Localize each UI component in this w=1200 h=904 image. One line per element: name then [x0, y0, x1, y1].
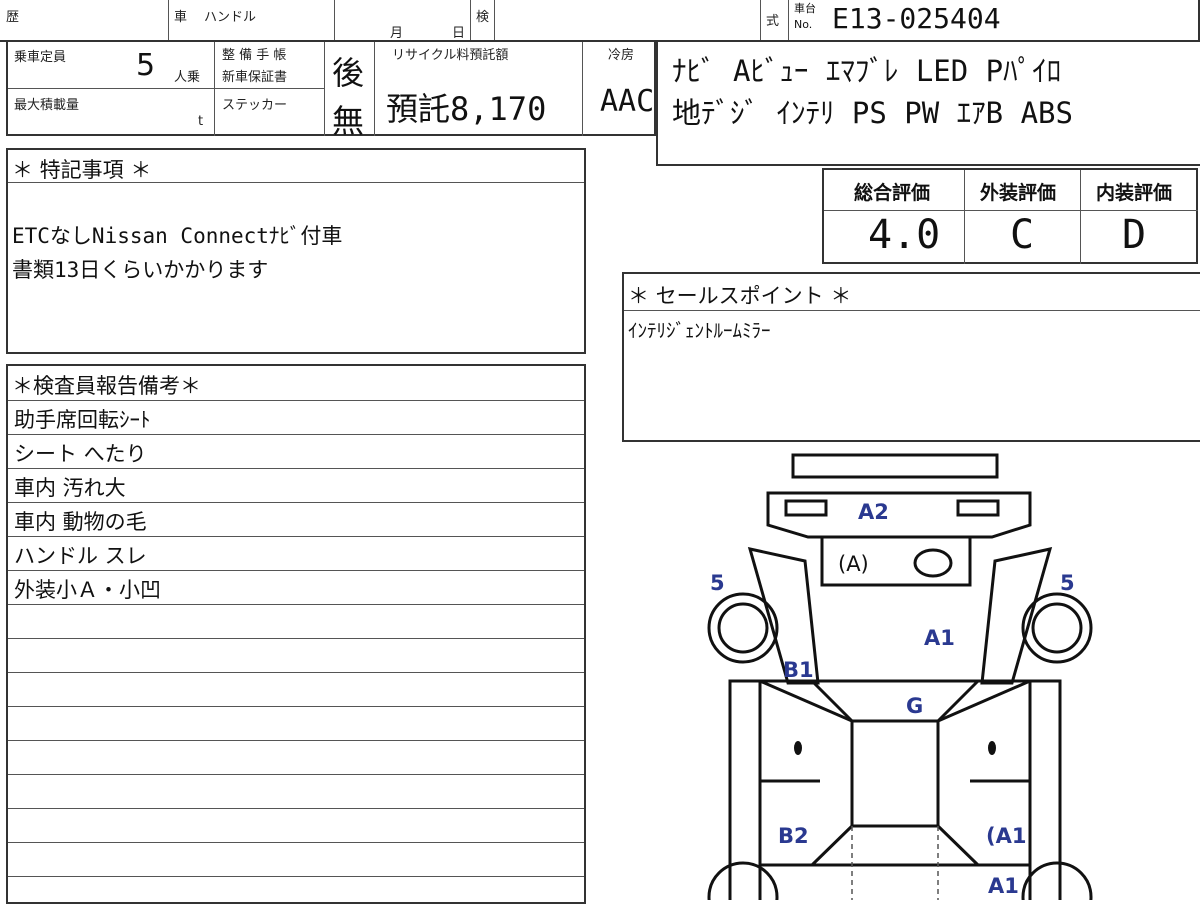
front-left-wheel-inner-shape [717, 602, 769, 654]
max-load-label: 最大積載量 [14, 98, 80, 113]
damage-mark: A1 [924, 626, 955, 650]
report-row: シート へたり [14, 442, 147, 466]
report-row: 助手席回転ｼｰﾄ [14, 408, 151, 432]
special-notes-line-2: 書類13日くらいかかります [12, 258, 269, 282]
month-label: 月 [390, 26, 404, 41]
special-notes-box: ＊ 特記事項 ＊ ETCなしNissan Connectﾅﾋﾞ付車 書類13日く… [6, 148, 586, 354]
damage-mark: G [906, 694, 923, 718]
maintenance-label-2: 新車保証書 [222, 70, 288, 85]
roof-shape [850, 719, 940, 828]
car-damage-diagram: A2 (A) 5 5 A1 B1 G B2 (A1 A1 [707, 453, 1093, 900]
damage-mark: (A) [838, 552, 869, 576]
report-row: ハンドル スレ [14, 544, 147, 568]
overall-grade-value: 4.0 [868, 212, 941, 258]
capacity-value: 5 [136, 48, 156, 83]
chassis-label-bottom: No. [794, 18, 813, 31]
mirror-shape [913, 548, 953, 578]
header-row: 歴 車 ハンドル 月 日 検 式 車台 No. E13-025404 [0, 0, 1200, 42]
sales-point-box: ＊ セールスポイント ＊ ｲﾝﾃﾘｼﾞｪﾝﾄﾙｰﾑﾐﾗｰ [622, 272, 1200, 442]
door-handle-right-shape [988, 741, 996, 755]
front-bumper-shape [791, 453, 999, 479]
inspector-report-box: ＊検査員報告備考＊ 助手席回転ｼｰﾄ シート へたり 車内 汚れ大 車内 動物の… [6, 364, 586, 904]
equipment-box: ﾅﾋﾞ Aﾋﾞｭｰ ｴﾏﾌﾞﾚ LED Pﾊﾟｲﾛ 地ﾃﾞｼﾞ ｲﾝﾃﾘ PS … [656, 40, 1200, 166]
chassis-label-top: 車台 [794, 2, 816, 15]
sticker-label: ステッカー [222, 98, 288, 113]
recycle-label: リサイクル料預託額 [392, 48, 509, 63]
damage-mark: 5 [1060, 571, 1075, 595]
cooling-label: 冷房 [608, 48, 635, 63]
damage-mark: A2 [858, 500, 889, 524]
interior-grade-label: 内装評価 [1096, 182, 1173, 204]
headlight-right-shape [956, 499, 1000, 517]
inspector-report-title: ＊検査員報告備考＊ [12, 374, 201, 398]
capacity-unit: 人乗 [174, 70, 201, 85]
spec-table: 乗車定員 5 人乗 整 備 手 帳 新車保証書 後 最大積載量 t ステッカー … [6, 40, 656, 140]
damage-mark: (A1 [986, 824, 1026, 848]
special-notes-title: ＊ 特記事項 ＊ [12, 158, 152, 182]
car-label: 車 [174, 10, 188, 25]
rear-left-wheel-shape [707, 861, 779, 900]
recycle-value: 預託8,170 [386, 90, 547, 128]
capacity-label: 乗車定員 [14, 50, 67, 65]
chassis-number: E13-025404 [832, 2, 1001, 35]
sales-point-text: ｲﾝﾃﾘｼﾞｪﾝﾄﾙｰﾑﾐﾗｰ [628, 320, 771, 342]
inspection-label: 検 [476, 10, 490, 25]
exterior-grade-label: 外装評価 [980, 182, 1057, 204]
exterior-grade-value: C [1010, 212, 1035, 258]
damage-mark: B1 [783, 658, 814, 682]
history-label: 歴 [6, 10, 20, 25]
damage-mark: B2 [778, 824, 809, 848]
body-shape [728, 679, 1062, 900]
handle-label: ハンドル [204, 10, 257, 25]
damage-mark: A1 [988, 874, 1019, 898]
door-handle-left-shape [794, 741, 802, 755]
rear-right-wheel-shape [1021, 861, 1093, 900]
maintenance-label-1: 整 備 手 帳 [222, 48, 287, 63]
day-label: 日 [452, 26, 466, 41]
report-row: 車内 汚れ大 [14, 476, 126, 500]
special-notes-line-1: ETCなしNissan Connectﾅﾋﾞ付車 [12, 224, 343, 248]
report-row: 外装小Ａ・小凹 [14, 578, 161, 602]
grades-box: 総合評価 4.0 外装評価 C 内装評価 D [822, 168, 1198, 264]
cooling-value: AAC [600, 84, 655, 119]
headlight-left-shape [784, 499, 828, 517]
front-right-wheel-inner-shape [1031, 602, 1083, 654]
max-load-unit: t [198, 114, 204, 129]
maintenance-value: 後 [332, 54, 365, 92]
overall-grade-label: 総合評価 [854, 182, 931, 204]
sticker-value: 無 [332, 102, 365, 140]
equipment-line-2: 地ﾃﾞｼﾞ ｲﾝﾃﾘ PS PW ｴｱB ABS [672, 96, 1073, 130]
sales-point-title: ＊ セールスポイント ＊ [628, 284, 852, 308]
type-label: 式 [766, 14, 780, 29]
damage-mark: 5 [710, 571, 725, 595]
interior-grade-value: D [1122, 212, 1147, 258]
equipment-line-1: ﾅﾋﾞ Aﾋﾞｭｰ ｴﾏﾌﾞﾚ LED Pﾊﾟｲﾛ [672, 54, 1062, 88]
report-row: 車内 動物の毛 [14, 510, 147, 534]
right-fender-shape [980, 547, 1053, 685]
